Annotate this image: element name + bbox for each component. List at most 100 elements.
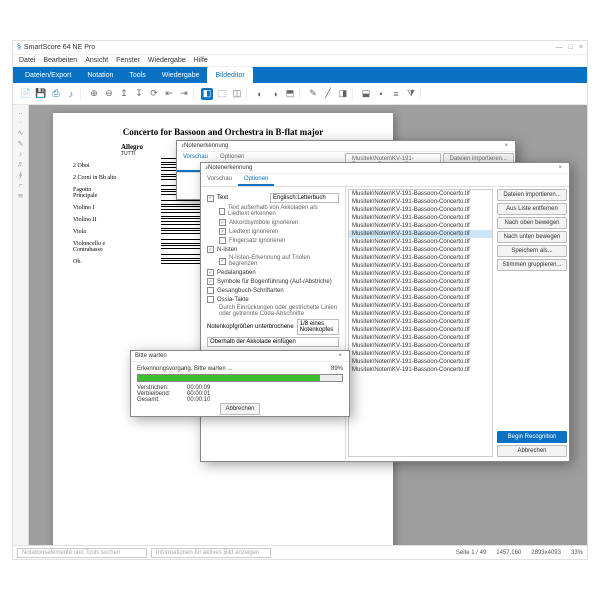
- hymnal-checkbox[interactable]: [207, 287, 214, 294]
- minimize-button[interactable]: —: [556, 44, 563, 51]
- file-item[interactable]: Musitek\Noten\KV-191-Bassoon-Concerto.ti…: [349, 246, 492, 254]
- move-up-button[interactable]: Nach oben bewegen: [497, 217, 567, 229]
- first-page-icon[interactable]: ⇤: [163, 88, 175, 100]
- menu-ansicht[interactable]: Ansicht: [85, 57, 108, 64]
- close-icon[interactable]: ×: [501, 143, 511, 149]
- nlisten-triplet-checkbox[interactable]: ✓: [219, 258, 226, 265]
- ribbon-tab[interactable]: Wiedergabe: [154, 67, 208, 83]
- menu-hilfe[interactable]: Hilfe: [194, 57, 208, 64]
- staff-tool-icon[interactable]: ≡: [390, 88, 402, 100]
- accolade-position-select[interactable]: Oberhalb der Akkolade einfügen: [207, 337, 339, 347]
- bowing-checkbox[interactable]: ✓: [207, 278, 214, 285]
- file-item[interactable]: Musitek\Noten\KV-191-Bassoon-Concerto.ti…: [349, 342, 492, 350]
- filter-icon[interactable]: ⧩: [405, 88, 417, 100]
- cancel-button[interactable]: Abbrechen: [220, 403, 259, 415]
- menu-fenster[interactable]: Fenster: [116, 57, 140, 64]
- tool-icon[interactable]: ·: [19, 119, 21, 126]
- import-files-button[interactable]: Dateien importieren...: [497, 189, 567, 201]
- close-icon[interactable]: ×: [335, 353, 345, 359]
- tab-options[interactable]: Optionen: [238, 174, 274, 186]
- tool-icon[interactable]: ≋: [18, 192, 24, 200]
- file-item[interactable]: Musitek\Noten\KV-191-Bassoon-Concerto.ti…: [349, 350, 492, 358]
- ribbon-tab[interactable]: Tools: [121, 67, 153, 83]
- notehead-size-select[interactable]: 1/8 eines Notenkopfes: [297, 319, 339, 335]
- info-field[interactable]: Informationen für aktives Bild anzeigen: [151, 548, 271, 558]
- contrast-icon[interactable]: ◑: [269, 88, 281, 100]
- file-item[interactable]: Musitek\Noten\KV-191-Bassoon-Concerto.ti…: [349, 318, 492, 326]
- text-language-select[interactable]: Englisch:Letterbuch: [270, 193, 339, 203]
- file-item[interactable]: Musitek\Noten\KV-191-Bassoon-Concerto.ti…: [349, 206, 492, 214]
- ribbon-tab[interactable]: Bildeditor: [207, 67, 252, 83]
- tool-icon[interactable]: ∿: [18, 129, 24, 137]
- close-icon[interactable]: ×: [555, 165, 565, 171]
- file-item[interactable]: Musitek\Noten\KV-191-Bassoon-Concerto.ti…: [349, 262, 492, 270]
- file-item[interactable]: Musitek\Noten\KV-191-Bassoon-Concerto.ti…: [349, 214, 492, 222]
- save-icon[interactable]: 💾: [35, 88, 47, 100]
- file-item[interactable]: Musitek\Noten\KV-191-Bassoon-Concerto.ti…: [349, 286, 492, 294]
- save-as-button[interactable]: Speichern als...: [497, 245, 567, 257]
- file-item[interactable]: Musitek\Noten\KV-191-Bassoon-Concerto.ti…: [349, 302, 492, 310]
- file-item[interactable]: Musitek\Noten\KV-191-Bassoon-Concerto.ti…: [349, 230, 492, 238]
- remove-from-list-button[interactable]: Aus Liste entfernen: [497, 203, 567, 215]
- tab-preview[interactable]: Vorschau: [201, 174, 238, 186]
- file-item[interactable]: Musitek\Noten\KV-191-Bassoon-Concerto.ti…: [349, 366, 492, 374]
- tool-icon[interactable]: ♪: [19, 151, 23, 158]
- nlisten-checkbox[interactable]: ✓: [207, 246, 214, 253]
- ossia-checkbox[interactable]: [207, 296, 214, 303]
- tool-icon[interactable]: ✎: [18, 140, 24, 148]
- rotate-icon[interactable]: ⟳: [148, 88, 160, 100]
- group-voices-button[interactable]: Stimmen gruppieren...: [497, 259, 567, 271]
- note-icon[interactable]: ♪: [65, 88, 77, 100]
- zoom-in-icon[interactable]: ⊕: [88, 88, 100, 100]
- tool-icon[interactable]: ⌐: [18, 182, 22, 189]
- file-list[interactable]: Musitek\Noten\KV-191-Bassoon-Concerto.ti…: [348, 189, 493, 457]
- scan-icon[interactable]: ⎙: [50, 88, 62, 100]
- zoom-out-icon[interactable]: ⊖: [103, 88, 115, 100]
- file-item[interactable]: Musitek\Noten\KV-191-Bassoon-Concerto.ti…: [349, 310, 492, 318]
- text-checkbox[interactable]: ✓: [207, 195, 214, 202]
- cancel-button[interactable]: Abbrechen: [497, 445, 567, 457]
- ribbon-tab[interactable]: Dateien/Export: [17, 67, 79, 83]
- close-button[interactable]: ×: [579, 44, 583, 51]
- invert-icon[interactable]: ◐: [254, 88, 266, 100]
- file-icon[interactable]: 📄: [20, 88, 32, 100]
- file-item[interactable]: Musitek\Noten\KV-191-Bassoon-Concerto.ti…: [349, 358, 492, 366]
- ribbon-tab[interactable]: Notation: [79, 67, 121, 83]
- page-up-icon[interactable]: ↥: [118, 88, 130, 100]
- file-item[interactable]: Musitek\Noten\KV-191-Bassoon-Concerto.ti…: [349, 190, 492, 198]
- tool-a-icon[interactable]: ⬒: [284, 88, 296, 100]
- file-item[interactable]: Musitek\Noten\KV-191-Bassoon-Concerto.ti…: [349, 238, 492, 246]
- fingering-ignore-checkbox[interactable]: [219, 237, 226, 244]
- pencil-icon[interactable]: ✎: [307, 88, 319, 100]
- file-item[interactable]: Musitek\Noten\KV-191-Bassoon-Concerto.ti…: [349, 270, 492, 278]
- tool-icon[interactable]: ∮: [19, 171, 23, 179]
- move-down-button[interactable]: Nach unten bewegen: [497, 231, 567, 243]
- page-down-icon[interactable]: ↧: [133, 88, 145, 100]
- search-input[interactable]: Notationselemente und Tools suchen: [17, 548, 147, 558]
- maximize-button[interactable]: □: [569, 44, 573, 51]
- eraser-icon[interactable]: ◨: [337, 88, 349, 100]
- file-item[interactable]: Musitek\Noten\KV-191-Bassoon-Concerto.ti…: [349, 198, 492, 206]
- file-item[interactable]: Musitek\Noten\KV-191-Bassoon-Concerto.ti…: [349, 326, 492, 334]
- lyric-outside-checkbox[interactable]: [219, 208, 225, 215]
- tool-icon[interactable]: ‥: [18, 108, 23, 116]
- file-item[interactable]: Musitek\Noten\KV-191-Bassoon-Concerto.ti…: [349, 294, 492, 302]
- file-item[interactable]: Musitek\Noten\KV-191-Bassoon-Concerto.ti…: [349, 254, 492, 262]
- line-icon[interactable]: ╱: [322, 88, 334, 100]
- file-item[interactable]: Musitek\Noten\KV-191-Bassoon-Concerto.ti…: [349, 334, 492, 342]
- tool-icon[interactable]: ♬: [17, 161, 24, 168]
- threshold-icon[interactable]: ⬓: [360, 88, 372, 100]
- crop-icon[interactable]: ⬚: [216, 88, 228, 100]
- pedal-checkbox[interactable]: ✓: [207, 269, 214, 276]
- menu-wiedergabe[interactable]: Wiedergabe: [148, 57, 186, 64]
- begin-recognition-button[interactable]: Begin Recognition: [497, 431, 567, 443]
- lyric-ignore-checkbox[interactable]: ✓: [219, 228, 226, 235]
- menu-bearbeiten[interactable]: Bearbeiten: [43, 57, 77, 64]
- file-item[interactable]: Musitek\Noten\KV-191-Bassoon-Concerto.ti…: [349, 222, 492, 230]
- file-item[interactable]: Musitek\Noten\KV-191-Bassoon-Concerto.ti…: [349, 278, 492, 286]
- menu-datei[interactable]: Datei: [19, 57, 35, 64]
- zoom-level[interactable]: 33%: [571, 550, 583, 556]
- last-page-icon[interactable]: ⇥: [178, 88, 190, 100]
- chord-ignore-checkbox[interactable]: ✓: [219, 219, 226, 226]
- deskew-icon[interactable]: ◫: [231, 88, 243, 100]
